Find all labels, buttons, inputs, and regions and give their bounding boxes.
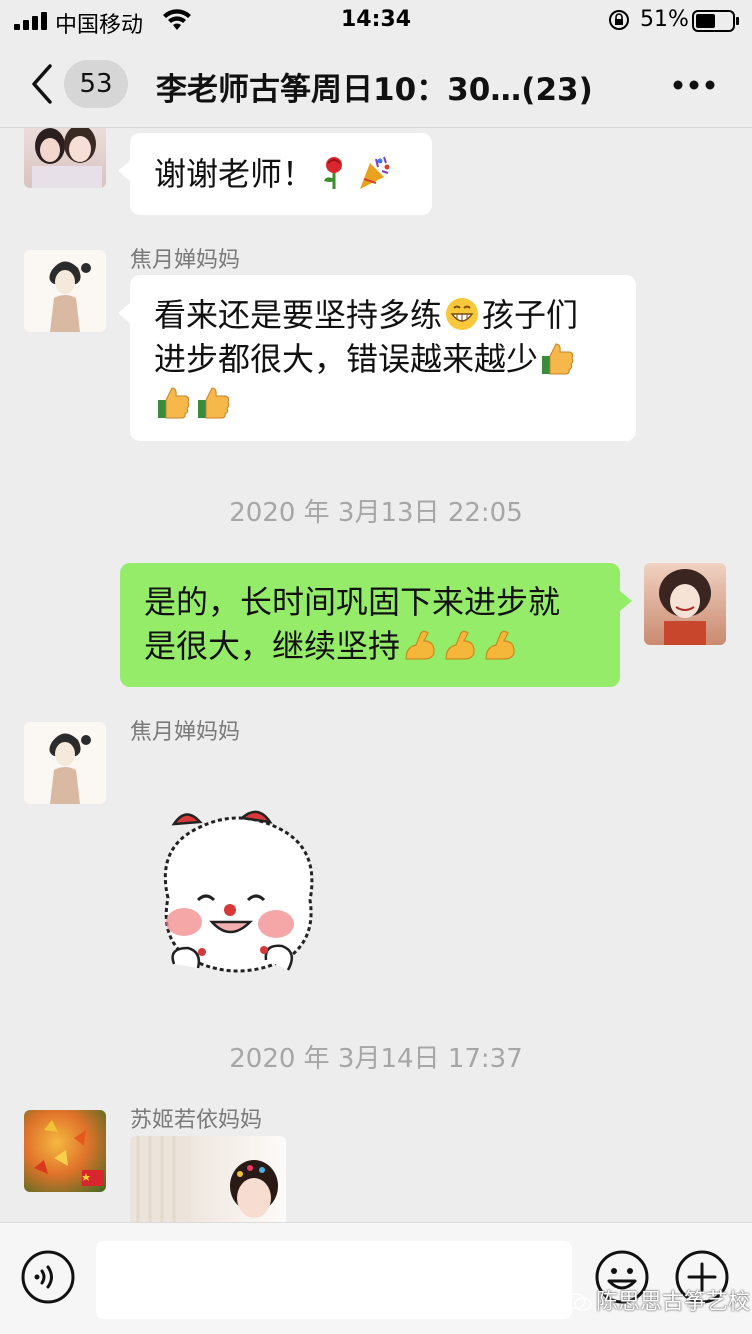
more-options-icon[interactable] [672, 78, 716, 92]
message-text: 看来还是要坚持多练 [154, 296, 443, 334]
avatar-photo-icon [32, 128, 102, 188]
message-list[interactable]: 谢谢老师！ 焦月婵妈妈 看来还是要坚持多练 孩子们进步都很大，错误越来越少 202… [0, 128, 752, 1222]
sender-name: 焦月婵妈妈 [130, 248, 241, 273]
battery-percentage: 51% [640, 7, 689, 32]
flexed-biceps-icon [485, 630, 515, 660]
party-popper-icon [360, 156, 390, 189]
voice-input-icon[interactable] [20, 1249, 76, 1305]
avatar-drawing-icon [659, 569, 711, 645]
flexed-biceps-icon [405, 630, 435, 660]
flexed-biceps-icon [445, 630, 475, 660]
avatar-drawing-icon [49, 261, 91, 332]
avatar[interactable] [24, 1110, 106, 1192]
fluffy-bear-sticker[interactable] [138, 788, 338, 988]
thumbs-up-icon [198, 387, 230, 419]
chat-header: 53 李老师古筝周日10：30…(23) [0, 42, 752, 128]
back-arrow-icon[interactable] [30, 64, 54, 104]
sender-name: 焦月婵妈妈 [130, 720, 241, 745]
message-bubble[interactable]: 看来还是要坚持多练 孩子们进步都很大，错误越来越少 [118, 275, 636, 441]
unread-count-badge[interactable]: 53 [64, 60, 128, 108]
input-bar [0, 1222, 752, 1334]
message-input[interactable] [96, 1241, 572, 1319]
message-bubble[interactable]: 是的，长时间巩固下来进步就 是很大，继续坚持 [120, 563, 632, 687]
rose-emoji-icon [324, 157, 343, 189]
rotation-lock-icon [609, 10, 629, 30]
battery-icon [692, 10, 739, 32]
thumbs-up-icon [542, 343, 574, 375]
my-avatar[interactable] [644, 563, 726, 645]
thumbs-up-icon [158, 387, 190, 419]
avatar[interactable] [24, 722, 106, 804]
message-timestamp: 2020 年 3月14日 17:37 [229, 1044, 523, 1074]
avatar[interactable] [24, 250, 106, 332]
watermark-text: 陈思思古筝艺校 [596, 1290, 751, 1315]
message-timestamp: 2020 年 3月13日 22:05 [229, 498, 523, 528]
message-text: 进步都很大，错误越来越少 [154, 340, 539, 378]
message-text: 是的，长时间巩固下来进步就 [144, 583, 561, 621]
message-text: 是很大，继续坚持 [144, 627, 401, 665]
child-photo-icon [130, 1136, 278, 1222]
chat-title: 李老师古筝周日10：30…(23) [156, 72, 593, 108]
avatar-drawing-icon [49, 733, 91, 804]
sender-name: 苏姬若依妈妈 [130, 1108, 263, 1133]
avatar[interactable] [24, 128, 106, 188]
photo-message[interactable] [130, 1136, 286, 1222]
status-bar: 中国移动 14:34 51% [0, 0, 752, 42]
message-bubble[interactable]: 谢谢老师！ [118, 133, 432, 215]
wechat-icon [566, 1293, 592, 1311]
watermark: 陈思思古筝艺校 [566, 1284, 750, 1316]
message-text: 孩子们 [482, 296, 579, 334]
avatar-leaves-icon [34, 1120, 104, 1186]
message-text: 谢谢老师！ [154, 155, 315, 193]
grinning-face-icon [446, 298, 479, 330]
